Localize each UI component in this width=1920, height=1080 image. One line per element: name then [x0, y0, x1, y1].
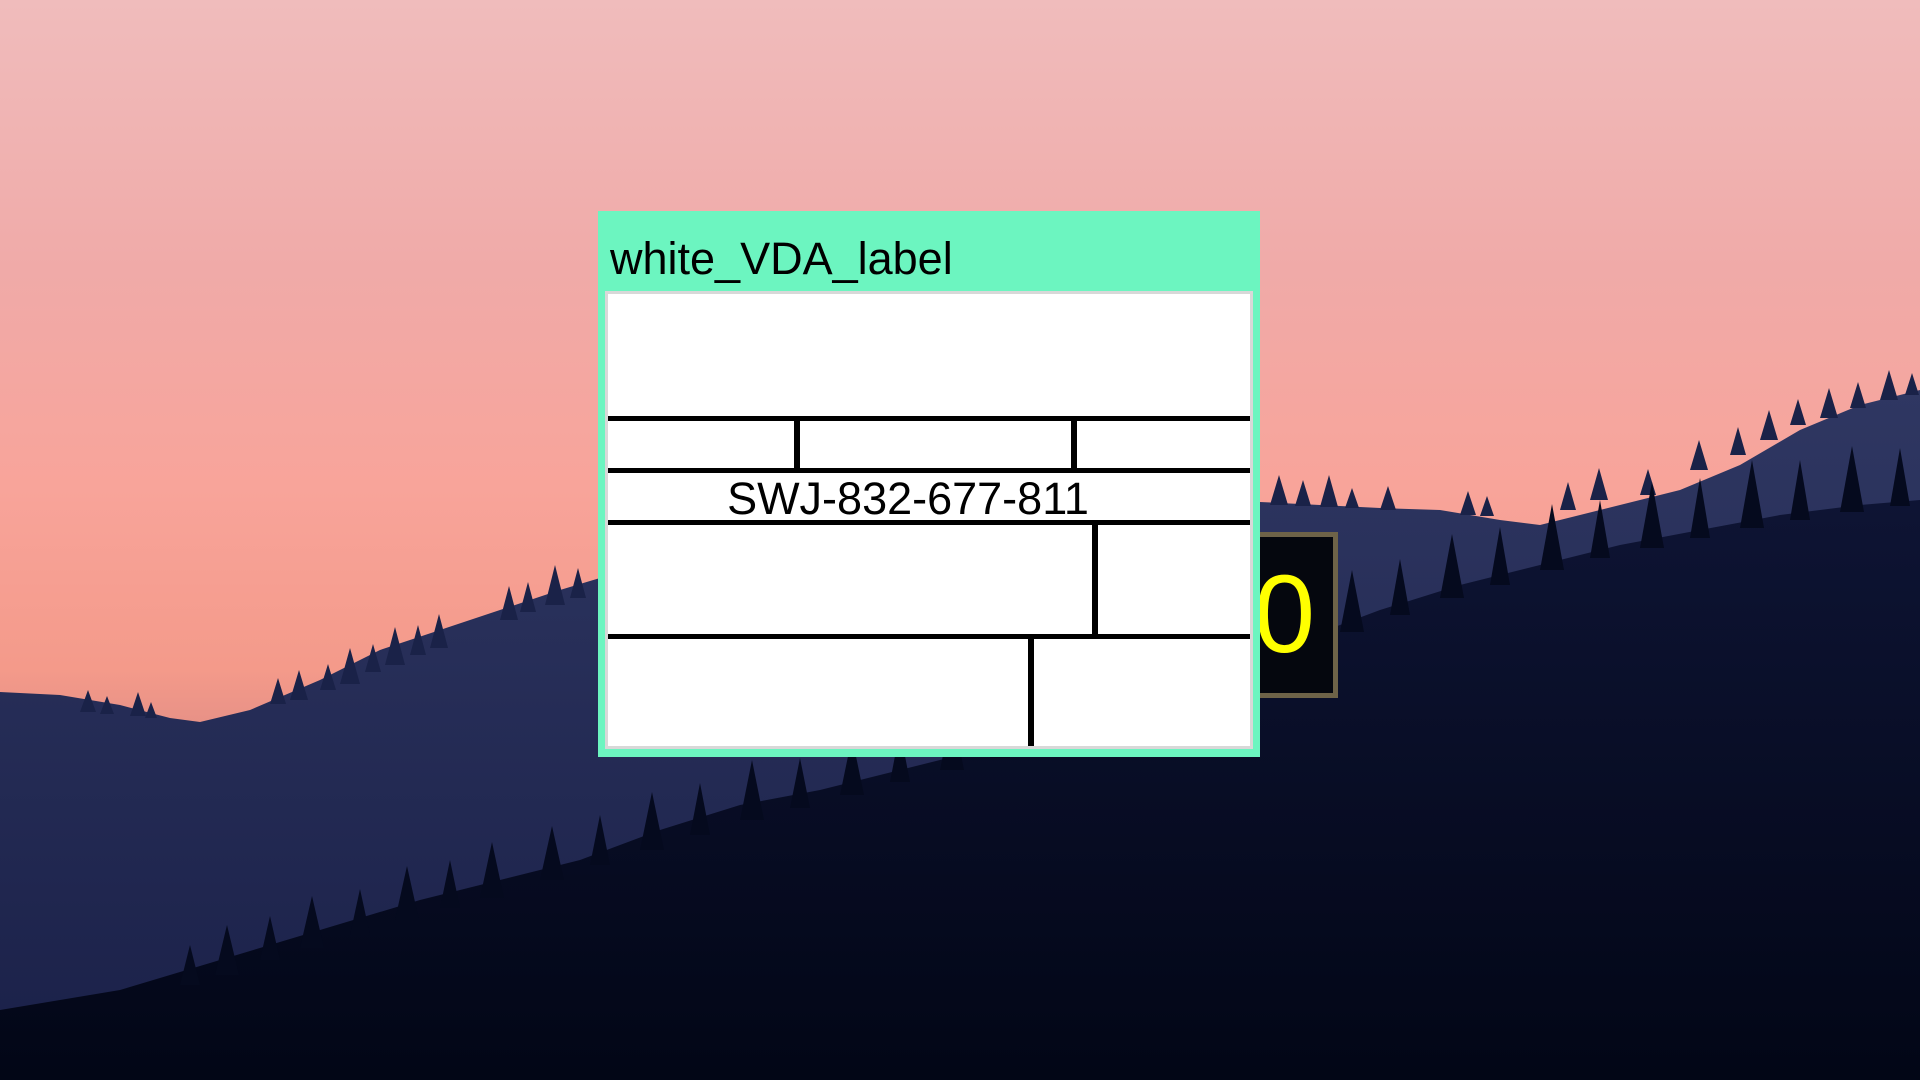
vda-label-canvas[interactable]: SWJ-832-677-811 — [605, 291, 1253, 749]
counter-value: 0 — [1253, 553, 1315, 676]
label-divider — [794, 416, 800, 473]
window-title: white_VDA_label — [610, 233, 953, 284]
label-divider — [1092, 520, 1098, 639]
label-divider — [1028, 634, 1034, 746]
label-window[interactable]: white_VDA_label SWJ-832-677-811 — [598, 211, 1260, 757]
label-divider — [608, 634, 1250, 639]
label-code: SWJ-832-677-811 — [727, 473, 1089, 524]
label-divider — [1071, 416, 1077, 473]
label-divider — [608, 416, 1250, 421]
